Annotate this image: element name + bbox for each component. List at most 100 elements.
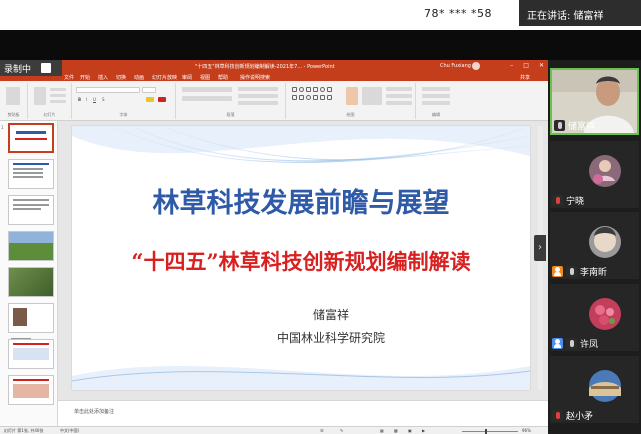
shape-effects-button[interactable] xyxy=(386,101,412,105)
ppt-title-bar: "十四五"林草科技创新规划编制解读-2021年7... - PowerPoint… xyxy=(0,60,548,72)
group-editing: 编辑 xyxy=(416,83,456,119)
ppt-window-title: "十四五"林草科技创新规划编制解读-2021年7... - PowerPoint xyxy=(195,64,335,70)
italic-icon[interactable]: I xyxy=(86,97,87,102)
slide-thumbnail[interactable] xyxy=(8,195,54,225)
group-label: 幻灯片 xyxy=(43,112,56,117)
meeting-top-bar: 78* *** *58 正在讲话: 储富祥 xyxy=(0,0,641,30)
font-name-select[interactable] xyxy=(76,87,140,93)
active-speaker-indicator: 正在讲话: 储富祥 xyxy=(519,0,641,26)
quick-styles-icon[interactable] xyxy=(362,87,382,105)
group-paragraph: 段落 xyxy=(176,83,286,119)
smartart-button[interactable] xyxy=(238,101,278,105)
minimize-icon[interactable]: – xyxy=(510,62,513,69)
slide-thumbnail[interactable] xyxy=(8,303,54,340)
share-button[interactable]: 共享 xyxy=(520,74,530,81)
tell-me-search[interactable]: 操作说明搜索 xyxy=(240,74,270,81)
slide-thumbnail[interactable] xyxy=(8,339,54,369)
tab-animations[interactable]: 动画 xyxy=(134,74,144,81)
ppt-ribbon: 剪贴板 幻灯片 B I U S 字体 段落 绘图 编辑 xyxy=(0,81,548,121)
normal-view-icon[interactable]: ▦ xyxy=(380,428,384,433)
group-font: B I U S 字体 xyxy=(72,83,176,119)
participant-label: 赵小矛 xyxy=(552,409,593,422)
participant-tile[interactable]: 储富祥 xyxy=(550,68,639,135)
reading-view-icon[interactable]: ▣ xyxy=(408,428,412,433)
bold-icon[interactable]: B xyxy=(78,97,81,102)
slide-author[interactable]: 储富祥 xyxy=(72,306,530,323)
ppt-ribbon-tabs: 文件 开始 插入 切换 动画 幻灯片放映 审阅 视图 帮助 操作说明搜索 共享 xyxy=(0,72,548,81)
mic-icon xyxy=(566,266,577,277)
slideshow-view-icon[interactable]: ▶ xyxy=(422,428,425,433)
shadow-icon[interactable]: S xyxy=(102,97,105,102)
list-buttons[interactable] xyxy=(182,87,232,92)
maximize-icon[interactable]: □ xyxy=(523,62,529,69)
participant-label: 储富祥 xyxy=(554,119,595,132)
font-color-icon[interactable] xyxy=(158,97,166,102)
zoom-slider[interactable] xyxy=(462,431,518,432)
participant-tile[interactable]: 李南昕 xyxy=(550,212,639,279)
user-avatar-icon[interactable] xyxy=(472,62,480,70)
slide-thumbnail[interactable] xyxy=(8,231,54,261)
new-slide-icon[interactable] xyxy=(34,87,46,105)
paste-icon[interactable] xyxy=(6,87,20,105)
slide-thumbnail[interactable] xyxy=(8,123,54,153)
participant-tile[interactable]: 许凤 xyxy=(550,284,639,351)
zoom-level[interactable]: 96% xyxy=(522,428,531,433)
text-direction-button[interactable] xyxy=(238,87,278,91)
replace-button[interactable] xyxy=(422,94,450,98)
tab-view[interactable]: 视图 xyxy=(200,74,210,81)
slide-organization[interactable]: 中国林业科学研究院 xyxy=(72,329,530,346)
group-label: 剪贴板 xyxy=(7,112,20,117)
slide-title[interactable]: 林草科技发展前瞻与展望 xyxy=(72,181,530,220)
tab-transitions[interactable]: 切换 xyxy=(116,74,126,81)
tab-insert[interactable]: 插入 xyxy=(98,74,108,81)
ppt-user-name: Chu Fuxiang xyxy=(440,63,471,69)
group-clipboard: 剪贴板 xyxy=(0,83,28,119)
recording-label: 录制中 xyxy=(4,64,32,75)
mic-muted-icon xyxy=(552,410,563,421)
slide-thumbnail[interactable] xyxy=(8,375,54,405)
participant-tile[interactable]: 赵小矛 xyxy=(550,356,639,423)
screen: 78* *** *58 正在讲话: 储富祥 "十四五"林草科技创新规划编制解读-… xyxy=(0,0,641,434)
reset-button[interactable] xyxy=(50,94,66,97)
slide-thumbnail[interactable] xyxy=(8,267,54,297)
meeting-id: 78* *** *58 xyxy=(424,7,492,20)
arrange-icon[interactable] xyxy=(346,87,358,105)
select-button[interactable] xyxy=(422,101,450,105)
sorter-view-icon[interactable]: ▩ xyxy=(394,428,398,433)
slide-counter: 幻灯片 第1张, 共40张 xyxy=(4,428,44,433)
slide-thumbnails-pane: 1 xyxy=(0,121,58,428)
shape-fill-button[interactable] xyxy=(386,87,412,91)
notes-pane[interactable]: 单击此处添加备注 xyxy=(58,400,548,428)
tab-file[interactable]: 文件 xyxy=(64,74,74,81)
align-buttons[interactable] xyxy=(182,96,232,101)
notes-toggle[interactable]: ☰ xyxy=(320,428,324,433)
language-indicator: 中文(中国) xyxy=(60,428,80,433)
current-slide[interactable]: 林草科技发展前瞻与展望 “十四五”林草科技创新规划编制解读 储富祥 中国林业科学… xyxy=(72,126,530,390)
tab-home[interactable]: 开始 xyxy=(80,74,90,81)
shape-outline-button[interactable] xyxy=(386,94,412,98)
underline-icon[interactable]: U xyxy=(93,97,96,102)
tab-help[interactable]: 帮助 xyxy=(218,74,228,81)
group-drawing: 绘图 xyxy=(286,83,416,119)
stop-recording-icon[interactable] xyxy=(41,63,52,73)
sidebar-collapse-icon[interactable]: › xyxy=(534,235,546,261)
participant-name: 李南昕 xyxy=(580,268,608,278)
tab-slideshow[interactable]: 幻灯片放映 xyxy=(152,74,177,81)
layout-button[interactable] xyxy=(50,88,66,91)
font-size-select[interactable] xyxy=(142,87,156,93)
highlight-icon[interactable] xyxy=(146,97,154,102)
zoom-slider-knob[interactable] xyxy=(485,429,487,434)
slide-thumbnail[interactable] xyxy=(8,159,54,189)
tab-review[interactable]: 审阅 xyxy=(182,74,192,81)
participant-name: 许凤 xyxy=(580,340,599,350)
participant-tile[interactable]: 宁晓 xyxy=(550,141,639,208)
align-text-button[interactable] xyxy=(238,94,278,98)
find-button[interactable] xyxy=(422,87,450,91)
recording-indicator[interactable]: 录制中 xyxy=(0,60,62,76)
section-button[interactable] xyxy=(50,100,66,103)
close-icon[interactable]: ✕ xyxy=(539,62,544,69)
comments-toggle[interactable]: ✎ xyxy=(340,428,343,433)
slide-subtitle[interactable]: “十四五”林草科技创新规划编制解读 xyxy=(72,246,530,276)
participant-name: 宁晓 xyxy=(566,197,585,207)
participant-label: 许凤 xyxy=(552,337,598,350)
